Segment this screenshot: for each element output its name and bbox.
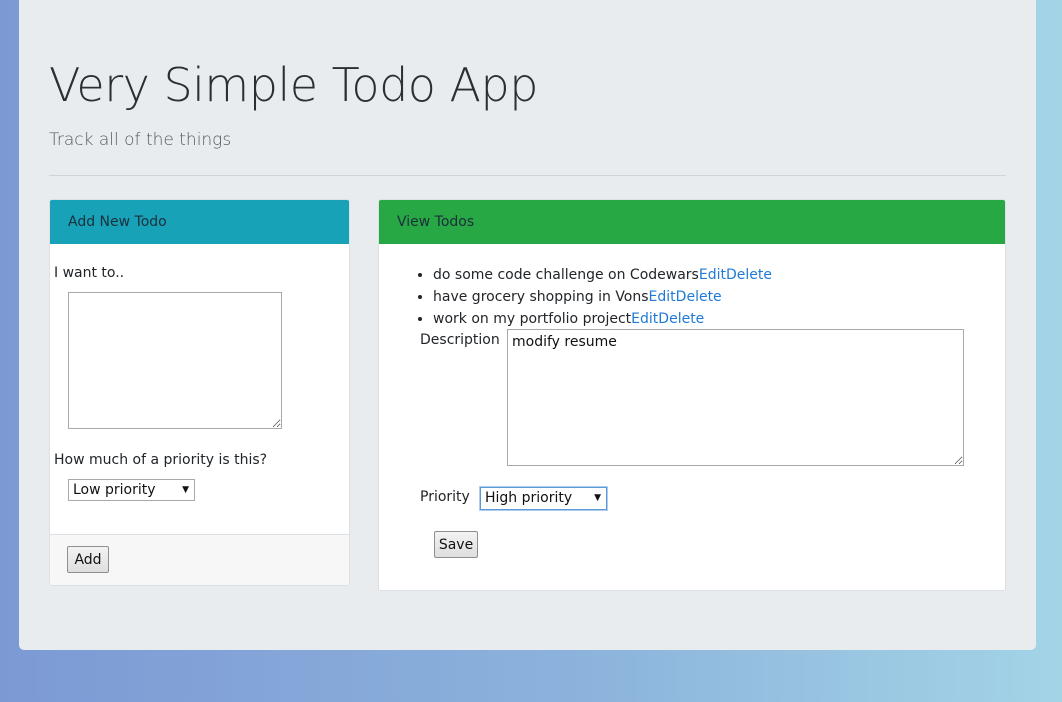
jumbotron: Very Simple Todo App Track all of the th… <box>19 0 1036 650</box>
list-item: have grocery shopping in VonsEditDelete <box>433 286 772 308</box>
add-todo-footer: Add <box>50 534 349 585</box>
page-subtitle: Track all of the things <box>49 130 232 150</box>
divider <box>49 175 1006 176</box>
todo-text: have grocery shopping in Vons <box>433 289 649 305</box>
list-item: work on my portfolio projectEditDelete <box>433 308 772 330</box>
todo-text: work on my portfolio project <box>433 311 632 327</box>
priority-select[interactable]: Low priority ▼ <box>68 479 195 501</box>
todo-list: do some code challenge on CodewarsEditDe… <box>415 264 772 330</box>
edit-link[interactable]: Edit <box>649 289 676 305</box>
save-button[interactable]: Save <box>434 531 478 558</box>
chevron-down-icon: ▼ <box>182 485 189 495</box>
add-button[interactable]: Add <box>67 546 109 573</box>
edit-link[interactable]: Edit <box>631 311 658 327</box>
priority-select-value: Low priority <box>73 482 156 498</box>
chevron-down-icon: ▼ <box>594 493 601 503</box>
edit-priority-select-value: High priority <box>485 490 573 506</box>
edit-priority-select[interactable]: High priority ▼ <box>480 487 607 510</box>
add-todo-header: Add New Todo <box>50 200 349 244</box>
description-label: Description <box>420 332 500 348</box>
delete-link[interactable]: Delete <box>726 267 772 283</box>
edit-priority-label: Priority <box>420 489 470 505</box>
edit-link[interactable]: Edit <box>699 267 726 283</box>
page-title: Very Simple Todo App <box>49 58 538 112</box>
todo-text-label: I want to.. <box>54 265 125 281</box>
priority-label: How much of a priority is this? <box>54 452 268 468</box>
view-todos-header: View Todos <box>379 200 1005 244</box>
todo-text-input[interactable] <box>68 292 282 429</box>
list-item: do some code challenge on CodewarsEditDe… <box>433 264 772 286</box>
todo-text: do some code challenge on Codewars <box>433 267 699 283</box>
description-input[interactable]: modify resume <box>507 329 964 466</box>
delete-link[interactable]: Delete <box>676 289 722 305</box>
add-todo-card: Add New Todo I want to.. How much of a p… <box>49 199 350 586</box>
delete-link[interactable]: Delete <box>658 311 704 327</box>
view-todos-card: View Todos do some code challenge on Cod… <box>378 199 1006 591</box>
